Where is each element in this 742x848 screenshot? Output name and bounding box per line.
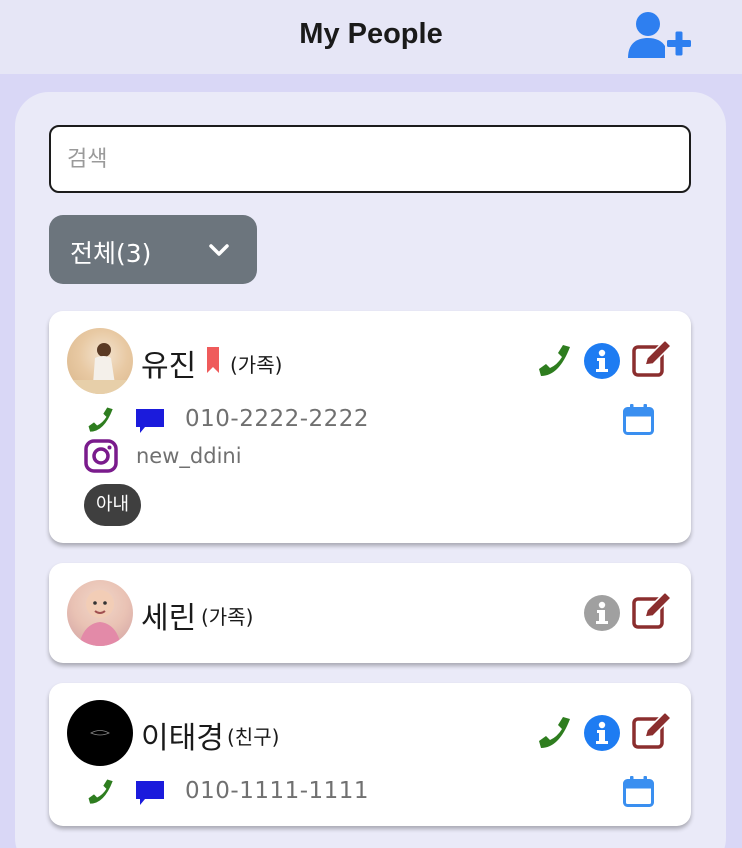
search-input[interactable]: [49, 125, 691, 193]
avatar: [67, 328, 133, 394]
phone-icon[interactable]: [537, 343, 573, 379]
bookmark-icon: [207, 347, 219, 373]
edit-icon[interactable]: [631, 341, 675, 377]
avatar: [67, 700, 133, 766]
contact-name: 세린: [141, 601, 197, 636]
contact-name: 이태경: [141, 721, 224, 756]
calendar-icon[interactable]: [622, 775, 655, 808]
filter-label: 전체(3): [70, 239, 152, 268]
edit-icon[interactable]: [631, 593, 675, 629]
filter-dropdown[interactable]: 전체(3): [49, 215, 257, 284]
info-icon[interactable]: [584, 343, 620, 379]
tag-badge: 아내: [84, 484, 142, 526]
phone-number[interactable]: 010-1111-1111: [185, 778, 369, 804]
phone-icon[interactable]: [537, 715, 573, 751]
message-icon[interactable]: [135, 780, 165, 806]
calendar-icon[interactable]: [622, 403, 655, 436]
avatar: [67, 580, 133, 646]
contact-relation: (가족): [230, 353, 283, 377]
phone-number[interactable]: 010-2222-2222: [185, 406, 369, 432]
info-icon[interactable]: [584, 715, 620, 751]
phone-icon[interactable]: [87, 778, 115, 806]
message-icon[interactable]: [135, 408, 165, 434]
info-icon[interactable]: [584, 595, 620, 631]
header-bar: My People: [0, 0, 742, 74]
contact-relation: (친구): [227, 725, 280, 749]
instagram-id[interactable]: new_ddini: [136, 444, 242, 468]
user-plus-icon[interactable]: [626, 10, 694, 64]
contact-relation: (가족): [201, 605, 254, 629]
contact-name: 유진: [141, 349, 197, 384]
edit-icon[interactable]: [631, 713, 675, 749]
phone-icon[interactable]: [87, 406, 115, 434]
instagram-icon[interactable]: [84, 439, 118, 473]
